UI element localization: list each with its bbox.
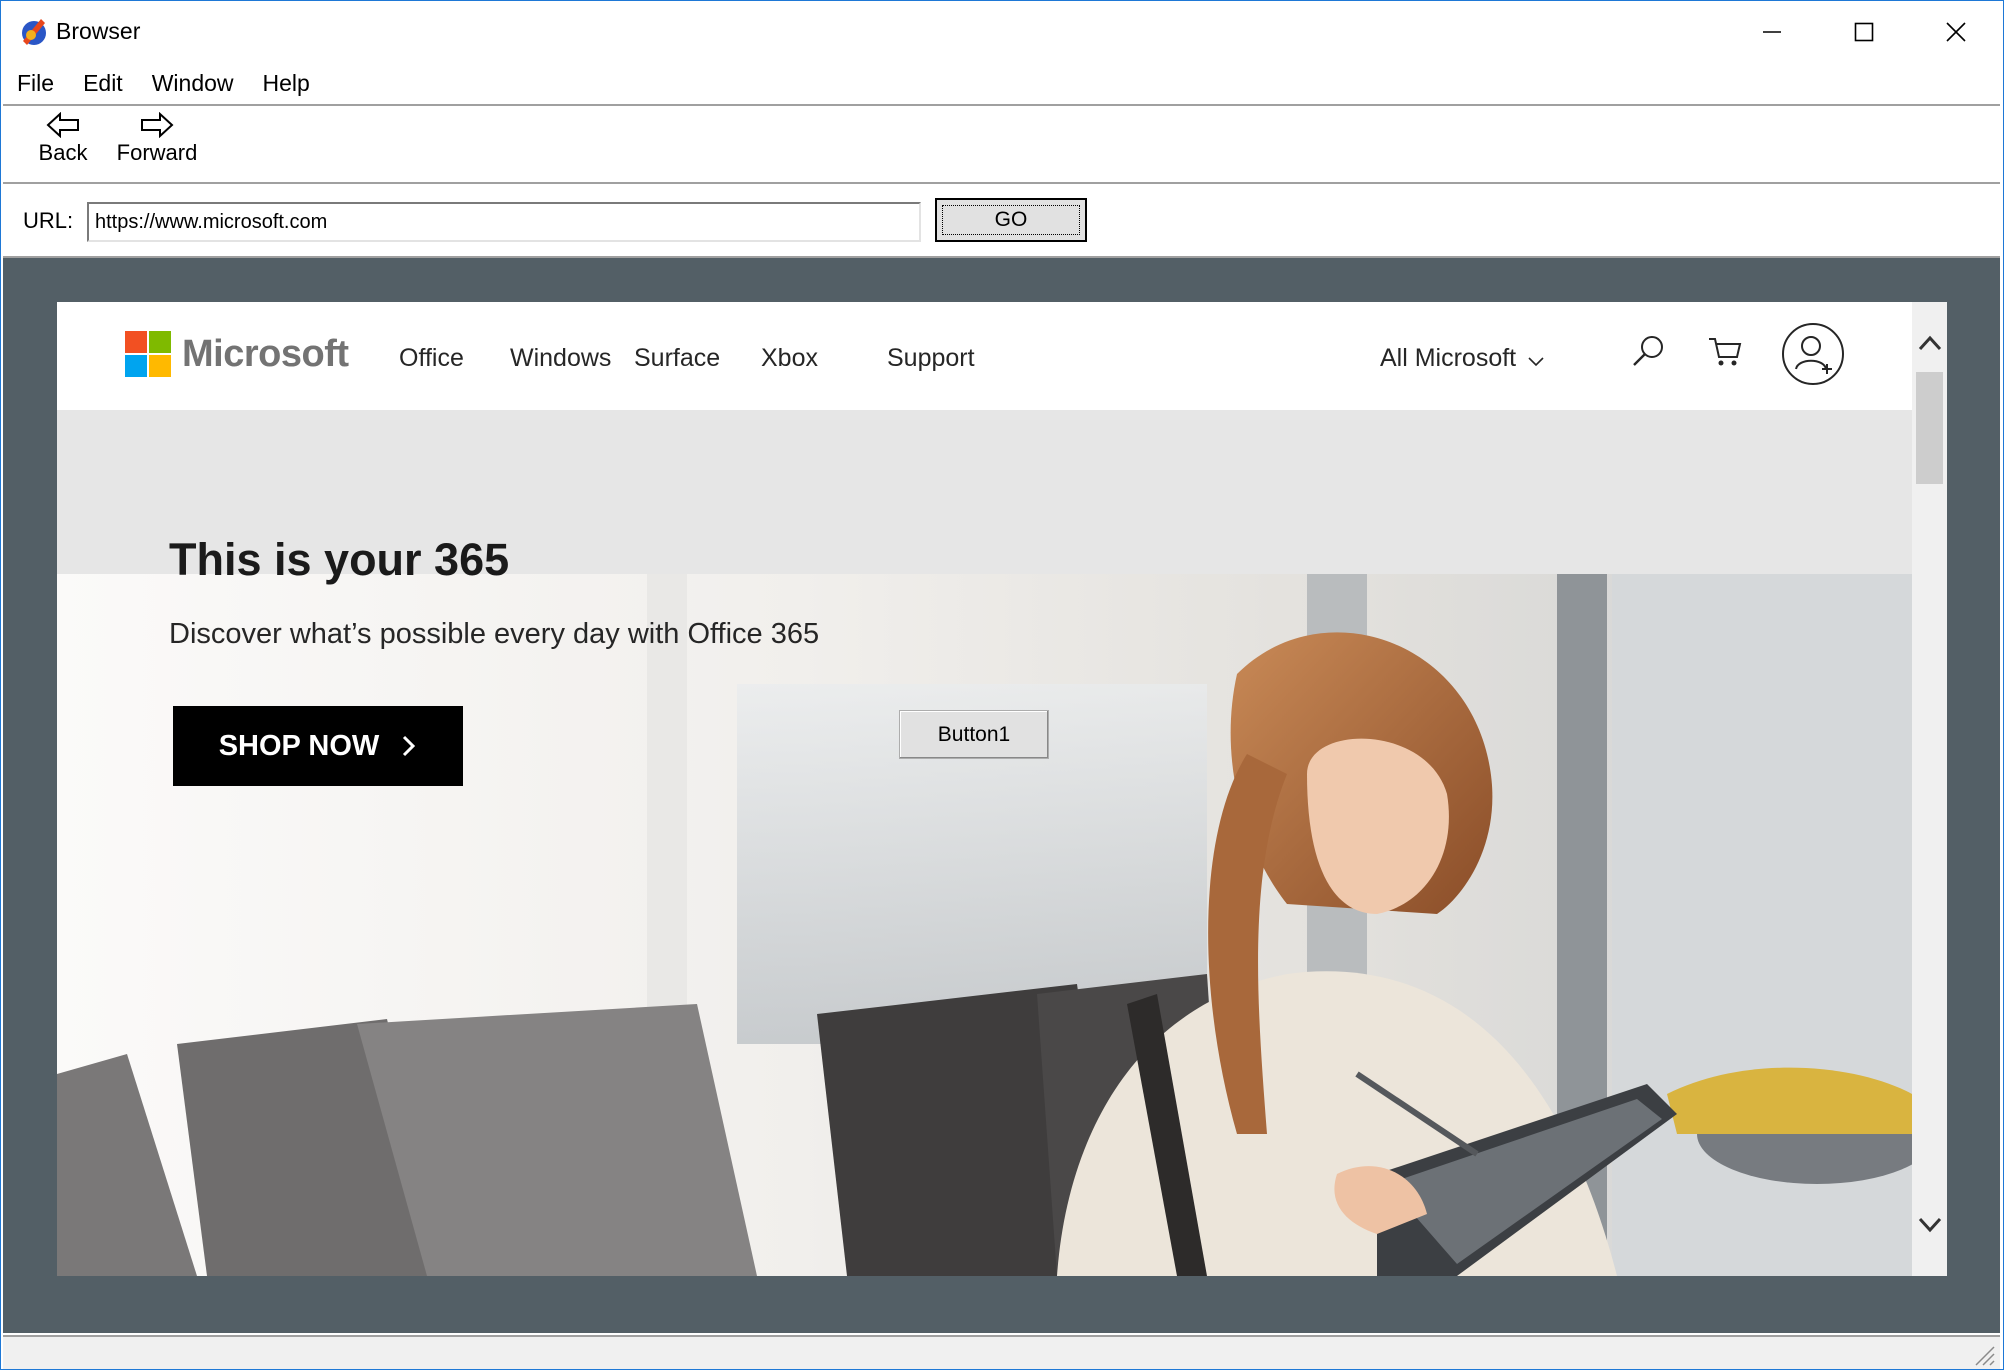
forward-label: Forward (116, 140, 198, 165)
microsoft-logo-icon (125, 331, 171, 377)
url-label: URL: (23, 208, 74, 233)
all-microsoft-dropdown[interactable]: All Microsoft (1380, 344, 1546, 373)
client-area: Microsoft Office Windows Surface Xbox Su… (3, 258, 2000, 1333)
maximize-button[interactable] (1819, 1, 1909, 63)
back-arrow-icon (46, 112, 79, 138)
menu-help[interactable]: Help (263, 70, 310, 97)
status-bar (3, 1335, 2000, 1369)
scroll-thumb[interactable] (1916, 372, 1943, 484)
browser-app-icon (22, 19, 46, 45)
menu-window[interactable]: Window (152, 70, 234, 97)
hero-banner: This is your 365 Discover what’s possibl… (57, 410, 1912, 1276)
chevron-up-icon (1918, 335, 1941, 351)
nav-support[interactable]: Support (887, 344, 975, 373)
chevron-down-icon (1528, 356, 1544, 366)
logo-text: Microsoft (182, 332, 349, 375)
hero-subtitle: Discover what’s possible every day with … (169, 618, 820, 650)
go-label: GO (994, 208, 1028, 231)
site-header: Microsoft Office Windows Surface Xbox Su… (57, 302, 1912, 410)
search-icon[interactable] (1630, 333, 1666, 369)
close-button[interactable] (1911, 1, 2001, 63)
toolbar: Back Forward (3, 104, 2000, 184)
nav-surface[interactable]: Surface (634, 344, 720, 373)
forward-arrow-icon (141, 112, 174, 138)
resize-grip-icon[interactable] (1970, 1341, 1996, 1367)
account-icon[interactable] (1781, 322, 1845, 386)
chevron-down-icon (1918, 1217, 1941, 1233)
back-label: Back (38, 140, 88, 165)
go-button[interactable]: GO (935, 198, 1087, 242)
browser-window: Browser File Edit Window Help Back Forwa (0, 0, 2004, 1370)
forward-button[interactable]: Forward (115, 112, 199, 166)
nav-office[interactable]: Office (399, 344, 464, 373)
menu-bar: File Edit Window Help (1, 63, 2003, 103)
chevron-right-icon (403, 735, 416, 757)
menu-file[interactable]: File (17, 70, 54, 97)
minimize-icon (1763, 31, 1781, 33)
nav-xbox[interactable]: Xbox (761, 344, 818, 373)
all-microsoft-label: All Microsoft (1380, 344, 1517, 372)
menu-edit[interactable]: Edit (83, 70, 123, 97)
scroll-up-button[interactable] (1912, 328, 1947, 358)
microsoft-logo[interactable]: Microsoft (125, 331, 349, 377)
url-input[interactable] (87, 202, 921, 242)
nav-windows[interactable]: Windows (510, 344, 611, 373)
web-view[interactable]: Microsoft Office Windows Surface Xbox Su… (57, 302, 1947, 1276)
window-title: Browser (56, 18, 141, 44)
cart-icon[interactable] (1707, 335, 1743, 369)
shop-now-button[interactable]: SHOP NOW (173, 706, 463, 786)
shop-now-label: SHOP NOW (218, 729, 380, 762)
back-button[interactable]: Back (33, 112, 93, 166)
url-bar: URL: GO (3, 186, 2000, 258)
hero-title: This is your 365 (169, 534, 510, 585)
close-icon (1946, 22, 1966, 42)
minimize-button[interactable] (1727, 1, 1817, 63)
button1[interactable]: Button1 (899, 710, 1049, 759)
button1-label: Button1 (937, 722, 1011, 746)
hero-photo (57, 574, 1912, 1276)
vertical-scrollbar[interactable] (1912, 302, 1947, 1276)
title-bar[interactable]: Browser (1, 1, 2003, 63)
scroll-down-button[interactable] (1912, 1210, 1947, 1240)
maximize-icon (1854, 22, 1874, 42)
